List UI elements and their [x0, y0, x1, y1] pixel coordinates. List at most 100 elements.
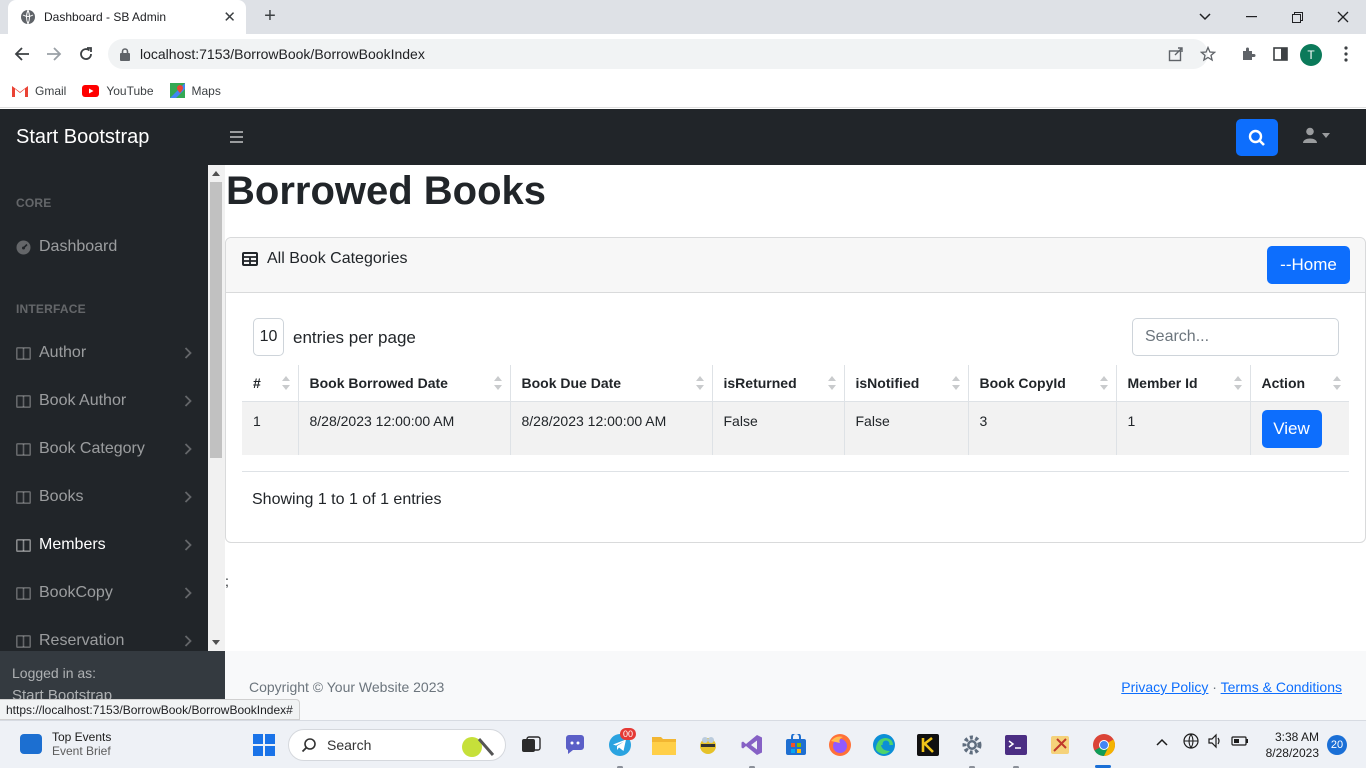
- browser-tab[interactable]: Dashboard - SB Admin ✕: [8, 0, 246, 34]
- bookmark-star-icon[interactable]: [1194, 39, 1222, 69]
- file-explorer-icon[interactable]: [651, 732, 677, 758]
- minimize-button[interactable]: [1228, 0, 1274, 34]
- sidebar-item-label: Author: [39, 344, 87, 361]
- user-dropdown[interactable]: [1302, 127, 1330, 143]
- sidebar-item-author[interactable]: Author: [16, 342, 192, 364]
- entries-per-page-select[interactable]: 10: [253, 318, 284, 356]
- close-window-button[interactable]: [1320, 0, 1366, 34]
- sidebar-item-reservation[interactable]: Reservation: [16, 630, 192, 651]
- table-header-row: # Book Borrowed Date Book Due Date isRet…: [242, 365, 1349, 402]
- extensions-icon[interactable]: [1234, 39, 1262, 69]
- table-info: Showing 1 to 1 of 1 entries: [252, 491, 442, 508]
- profile-avatar[interactable]: T: [1300, 44, 1322, 66]
- sidebar-item-label: Book Category: [39, 440, 145, 457]
- language-globe-icon[interactable]: [1183, 733, 1199, 752]
- column-header-due-date[interactable]: Book Due Date: [510, 365, 713, 402]
- column-header-label: isNotified: [855, 374, 920, 391]
- column-header-label: Member Id: [1127, 374, 1198, 391]
- column-header-label: isReturned: [723, 374, 797, 391]
- search-highlight-icon: [462, 737, 495, 757]
- address-bar[interactable]: localhost:7153/BorrowBook/BorrowBookInde…: [108, 39, 1208, 69]
- close-tab-icon[interactable]: ✕: [223, 8, 236, 26]
- table-cell-action: View: [1250, 401, 1349, 455]
- bookmark-gmail[interactable]: Gmail: [12, 84, 66, 98]
- sort-icon: [695, 376, 704, 390]
- new-tab-button[interactable]: +: [258, 4, 282, 28]
- forward-button[interactable]: [40, 40, 68, 68]
- weather-widget[interactable]: Top Events Event Brief: [20, 730, 111, 758]
- privacy-policy-link[interactable]: Privacy Policy: [1121, 679, 1208, 695]
- gmail-icon: [12, 85, 28, 97]
- sidebar-item-label: Dashboard: [39, 238, 118, 255]
- speaker-icon[interactable]: [1207, 733, 1223, 752]
- home-button[interactable]: --Home: [1267, 246, 1350, 284]
- taskbar-search-box[interactable]: Search: [288, 729, 506, 761]
- navbar-search-button[interactable]: [1236, 119, 1278, 156]
- bookmark-youtube[interactable]: YouTube: [82, 84, 154, 98]
- app-page: Start Bootstrap Core Dashboard Interface…: [0, 109, 1366, 720]
- chevron-right-icon: [184, 395, 192, 407]
- start-button-icon[interactable]: [251, 732, 277, 758]
- sidebar-item-dashboard[interactable]: Dashboard: [16, 236, 192, 258]
- bookmark-maps[interactable]: Maps: [169, 83, 221, 98]
- columns-icon: [16, 394, 32, 408]
- column-header-book-copy-id[interactable]: Book CopyId: [968, 365, 1117, 402]
- bookmarks-bar: Gmail YouTube Maps: [0, 74, 1366, 108]
- sidebar-item-members[interactable]: Members: [16, 534, 192, 556]
- windows-taskbar: Top Events Event Brief Search 00 3:38 AM…: [0, 720, 1366, 768]
- table-search-input[interactable]: [1132, 318, 1339, 356]
- tray-overflow-chevron-icon[interactable]: [1156, 735, 1168, 749]
- scroll-up-arrow-icon[interactable]: [212, 171, 220, 176]
- task-view-icon[interactable]: [518, 732, 544, 758]
- reload-button[interactable]: [72, 40, 100, 68]
- notification-badge[interactable]: 20: [1327, 735, 1347, 755]
- column-header-member-id[interactable]: Member Id: [1116, 365, 1251, 402]
- app-icon-tools[interactable]: [1047, 732, 1073, 758]
- firefox-icon[interactable]: [827, 732, 853, 758]
- battery-icon[interactable]: [1231, 733, 1249, 752]
- microsoft-store-icon[interactable]: [783, 732, 809, 758]
- card-header: All Book Categories --Home: [226, 238, 1365, 293]
- telegram-icon[interactable]: 00: [607, 728, 637, 758]
- tab-search-button[interactable]: [1182, 0, 1228, 34]
- column-header-is-notified[interactable]: isNotified: [844, 365, 969, 402]
- column-header-action[interactable]: Action: [1250, 365, 1349, 402]
- sidebar-scrollbar[interactable]: [208, 165, 225, 651]
- column-header-is-returned[interactable]: isReturned: [712, 365, 845, 402]
- restore-button[interactable]: [1274, 0, 1320, 34]
- sort-icon: [281, 376, 290, 390]
- visual-studio-icon[interactable]: [739, 732, 765, 758]
- taskbar-clock[interactable]: 3:38 AM 8/28/2023: [1256, 729, 1319, 761]
- navbar-brand[interactable]: Start Bootstrap: [16, 126, 149, 149]
- chat-app-icon[interactable]: [562, 732, 588, 758]
- sort-icon: [1233, 376, 1242, 390]
- table-cell: 3: [968, 401, 1117, 455]
- column-header-borrowed-date[interactable]: Book Borrowed Date: [298, 365, 511, 402]
- side-panel-icon[interactable]: [1266, 39, 1294, 69]
- link-status-bubble: https://localhost:7153/BorrowBook/Borrow…: [0, 699, 300, 720]
- sidebar-item-book-category[interactable]: Book Category: [16, 438, 192, 460]
- sidebar-toggle-icon[interactable]: [230, 127, 250, 147]
- app-icon-k[interactable]: [915, 732, 941, 758]
- telegram-badge: 00: [620, 728, 637, 740]
- chrome-icon[interactable]: [1091, 732, 1117, 758]
- edge-icon[interactable]: [871, 732, 897, 758]
- column-header-number[interactable]: #: [242, 365, 299, 402]
- sidebar-item-books[interactable]: Books: [16, 486, 192, 508]
- app-icon-bee[interactable]: [695, 732, 721, 758]
- terms-link[interactable]: Terms & Conditions: [1221, 679, 1342, 695]
- view-button[interactable]: View: [1261, 409, 1322, 448]
- terminal-icon[interactable]: [1003, 732, 1029, 758]
- back-button[interactable]: [8, 40, 36, 68]
- globe-icon: [20, 9, 36, 25]
- chrome-menu-icon[interactable]: [1332, 39, 1360, 69]
- sidebar-item-book-author[interactable]: Book Author: [16, 390, 192, 412]
- scrollbar-thumb[interactable]: [210, 182, 222, 458]
- table-cell: False: [844, 401, 969, 455]
- caret-down-icon: [1322, 132, 1330, 138]
- sidebar-item-bookcopy[interactable]: BookCopy: [16, 582, 192, 604]
- table-cell: False: [712, 401, 845, 455]
- scroll-down-arrow-icon[interactable]: [212, 640, 220, 645]
- share-icon[interactable]: [1162, 39, 1190, 69]
- settings-gear-icon[interactable]: [959, 732, 985, 758]
